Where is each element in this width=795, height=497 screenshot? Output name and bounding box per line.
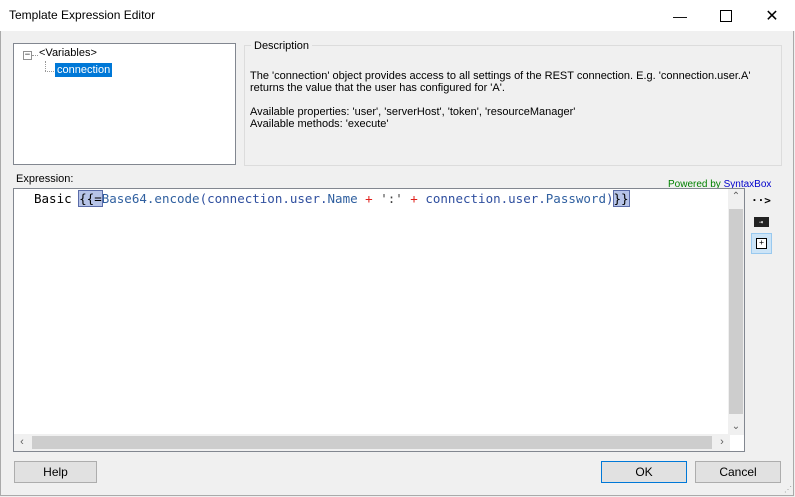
cancel-button[interactable]: Cancel [695, 461, 781, 483]
window-title: Template Expression Editor [9, 8, 156, 22]
vertical-scroll-thumb[interactable] [729, 209, 743, 414]
code-token: Basic [34, 191, 80, 206]
minimize-button[interactable]: — [657, 0, 703, 31]
expand-glyph: + [756, 238, 767, 249]
resize-grip-icon[interactable]: ⋰ [784, 486, 792, 494]
description-line: Available properties: 'user', 'serverHos… [250, 106, 576, 118]
minimize-icon: — [673, 7, 687, 24]
variables-tree[interactable]: − <Variables> connection [13, 43, 236, 165]
description-line: Available methods: 'execute' [250, 118, 389, 130]
description-text: The 'connection' object provides access … [250, 70, 775, 130]
keyboard-icon[interactable]: ⇥ [752, 214, 770, 230]
horizontal-scroll-thumb[interactable] [32, 436, 712, 449]
code-token: Base64 [101, 191, 147, 206]
title-bar: Template Expression Editor — ✕ [0, 0, 795, 31]
tree-node-variables[interactable]: <Variables> [39, 47, 97, 59]
code-token: Name [327, 191, 358, 206]
ok-button[interactable]: OK [601, 461, 687, 483]
expression-editor[interactable]: Basic {{=Base64.encode(connection.user.N… [13, 188, 745, 452]
maximize-icon [720, 9, 732, 22]
close-icon: ✕ [765, 7, 779, 25]
code-token: ) [606, 191, 614, 206]
code-token: + [357, 191, 381, 206]
description-group: Description The 'connection' object prov… [244, 40, 782, 166]
keyboard-glyph: ⇥ [753, 217, 769, 227]
tree-connector [45, 71, 54, 72]
scroll-up-icon[interactable]: ⌃ [728, 189, 744, 205]
code-token: encode [154, 191, 200, 206]
code-token: (connection.user. [199, 191, 328, 206]
horizontal-scrollbar[interactable]: ‹ › [14, 434, 730, 451]
code-token: ':' [380, 191, 403, 206]
maximize-button[interactable] [703, 0, 749, 31]
description-line: The 'connection' object provides access … [250, 70, 751, 82]
vertical-scrollbar[interactable]: ⌃ ⌄ [728, 189, 744, 435]
arrow-insert-icon[interactable]: ··> [751, 192, 771, 208]
close-button[interactable]: ✕ [749, 0, 795, 31]
code-open-brace: {{= [78, 190, 103, 207]
code-close-brace: }} [612, 190, 630, 207]
tree-node-connection[interactable]: connection [55, 63, 113, 77]
collapse-icon[interactable]: − [23, 51, 32, 60]
description-line: returns the value that the user has conf… [250, 82, 505, 94]
scroll-down-icon[interactable]: ⌄ [728, 419, 744, 435]
code-token: Password [545, 191, 606, 206]
tree-connector [45, 61, 46, 71]
description-legend: Description [251, 40, 313, 52]
expression-label: Expression: [16, 173, 74, 185]
tree-connector [32, 55, 38, 56]
code-token: + [402, 191, 426, 206]
expression-code[interactable]: Basic {{=Base64.encode(connection.user.N… [34, 190, 630, 207]
help-button[interactable]: Help [14, 461, 97, 483]
scroll-left-icon[interactable]: ‹ [14, 434, 30, 451]
code-token: connection.user. [425, 191, 546, 206]
scroll-right-icon[interactable]: › [714, 434, 730, 451]
expand-tree-icon[interactable]: + [751, 233, 772, 254]
